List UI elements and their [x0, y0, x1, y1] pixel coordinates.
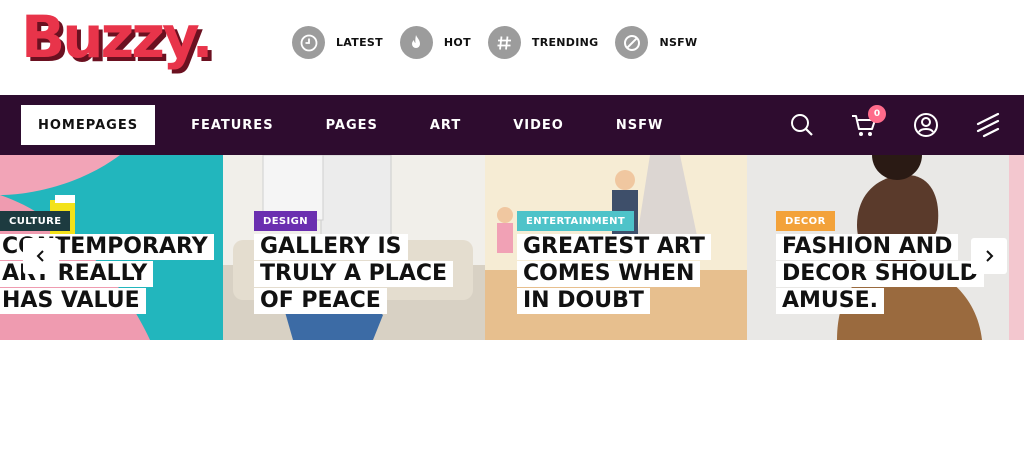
featured-slider: CULTURE CONTEMPORARY ART REALLY HAS VALU…	[0, 155, 1024, 340]
slide-title[interactable]: GALLERY IS TRULY A PLACE OF PEACE	[254, 233, 454, 314]
slider-next-button[interactable]	[971, 238, 1007, 274]
cart-icon[interactable]: 0	[848, 105, 886, 141]
cart-count-badge: 0	[868, 105, 886, 123]
top-header: Buzzy. LATEST HOT TRENDING NSFW	[0, 0, 1024, 95]
slide-entertainment[interactable]: ENTERTAINMENT GREATEST ART COMES WHEN IN…	[485, 155, 747, 340]
ban-icon	[615, 26, 649, 59]
main-nav: HOMEPAGES FEATURES PAGES ART VIDEO NSFW …	[0, 95, 1024, 155]
search-icon[interactable]	[786, 109, 818, 141]
quick-link-label: HOT	[443, 36, 471, 49]
quick-link-label: TRENDING	[531, 36, 599, 49]
nav-item-homepages[interactable]: HOMEPAGES	[21, 105, 156, 145]
category-badge[interactable]: CULTURE	[0, 211, 71, 231]
quick-link-nsfw[interactable]: NSFW	[615, 26, 697, 59]
slide-design[interactable]: DESIGN GALLERY IS TRULY A PLACE OF PEACE	[223, 155, 485, 340]
nav-item-video[interactable]: VIDEO	[513, 105, 564, 145]
nav-actions: 0	[756, 105, 1004, 141]
site-logo[interactable]: Buzzy.	[21, 2, 214, 72]
category-badge[interactable]: DECOR	[776, 211, 835, 231]
quick-link-trending[interactable]: TRENDING	[487, 26, 599, 59]
nav-item-nsfw[interactable]: NSFW	[616, 105, 663, 145]
category-badge[interactable]: DESIGN	[254, 211, 318, 231]
nav-item-pages[interactable]: PAGES	[326, 105, 378, 145]
slider-prev-button[interactable]	[23, 238, 59, 274]
quick-links: LATEST HOT TRENDING NSFW	[292, 26, 714, 59]
user-icon[interactable]	[910, 109, 942, 141]
chevron-right-icon	[986, 250, 994, 262]
menu-icon[interactable]	[972, 109, 1004, 141]
flame-icon	[399, 26, 433, 59]
category-badge[interactable]: ENTERTAINMENT	[517, 211, 635, 231]
hash-icon	[487, 26, 521, 59]
clock-icon	[292, 26, 325, 59]
quick-link-latest[interactable]: LATEST	[292, 26, 383, 59]
chevron-left-icon	[36, 250, 44, 262]
nav-menu: HOMEPAGES FEATURES PAGES ART VIDEO NSFW	[21, 105, 663, 145]
quick-link-label: NSFW	[659, 36, 698, 49]
slide-title[interactable]: GREATEST ART COMES WHEN IN DOUBT	[517, 233, 727, 314]
nav-item-features[interactable]: FEATURES	[191, 105, 274, 145]
nav-item-art[interactable]: ART	[430, 105, 461, 145]
quick-link-label: LATEST	[336, 36, 383, 49]
slide-title[interactable]: FASHION AND DECOR SHOULD AMUSE.	[776, 233, 991, 314]
quick-link-hot[interactable]: HOT	[399, 26, 471, 59]
